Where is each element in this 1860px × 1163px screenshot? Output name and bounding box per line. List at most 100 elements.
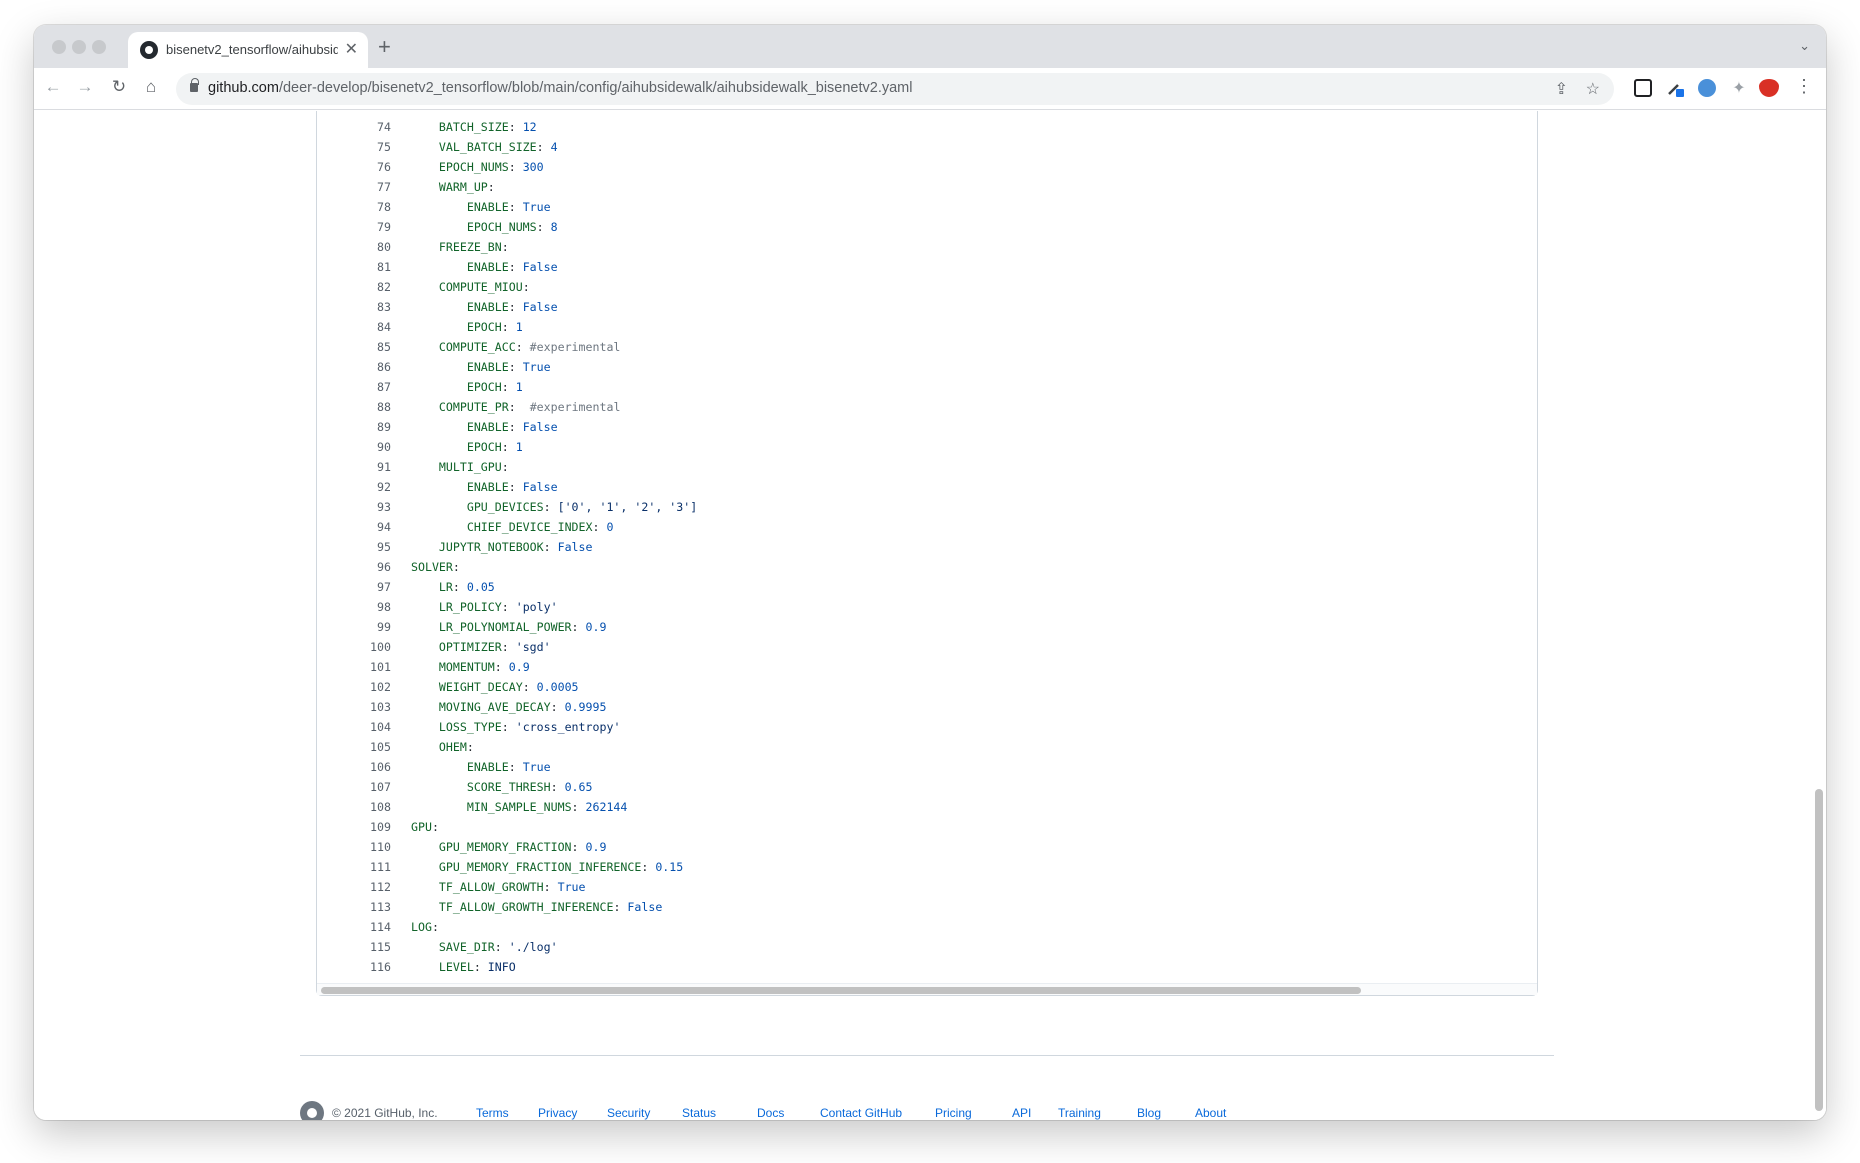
window-minimize-button[interactable] — [72, 40, 86, 54]
window-zoom-button[interactable] — [92, 40, 106, 54]
back-icon[interactable]: ← — [42, 77, 64, 97]
line-number[interactable]: 87 — [317, 377, 391, 397]
footer-link-pricing[interactable]: Pricing — [935, 1106, 972, 1120]
code-line: 85 COMPUTE_ACC: #experimental — [317, 337, 1537, 357]
line-number[interactable]: 89 — [317, 417, 391, 437]
line-number[interactable]: 84 — [317, 317, 391, 337]
yaml-value: True — [522, 360, 551, 374]
line-number[interactable]: 101 — [317, 657, 391, 677]
picker-icon[interactable] — [1666, 79, 1684, 97]
footer-link-contact-github[interactable]: Contact GitHub — [820, 1106, 902, 1120]
horizontal-scrollbar-thumb[interactable] — [321, 987, 1361, 994]
line-number[interactable]: 96 — [317, 557, 391, 577]
line-number[interactable]: 97 — [317, 577, 391, 597]
code-text: LOSS_TYPE: 'cross_entropy' — [411, 717, 621, 737]
url-text[interactable]: github.com/deer-develop/bisenetv2_tensor… — [208, 80, 912, 96]
line-number[interactable]: 98 — [317, 597, 391, 617]
browser-menu-icon[interactable]: ⋮ — [1794, 76, 1814, 96]
globe-icon[interactable] — [1698, 79, 1716, 97]
puzzle-icon[interactable]: ✦ — [1729, 78, 1749, 98]
line-number[interactable]: 91 — [317, 457, 391, 477]
line-number[interactable]: 92 — [317, 477, 391, 497]
line-number[interactable]: 74 — [317, 117, 391, 137]
yaml-value: ['0', '1', '2', '3'] — [557, 500, 698, 514]
line-number[interactable]: 80 — [317, 237, 391, 257]
line-number[interactable]: 82 — [317, 277, 391, 297]
line-number[interactable]: 115 — [317, 937, 391, 957]
line-number[interactable]: 93 — [317, 497, 391, 517]
footer-link-security[interactable]: Security — [607, 1106, 650, 1120]
line-number[interactable]: 77 — [317, 177, 391, 197]
footer-link-training[interactable]: Training — [1058, 1106, 1101, 1120]
code-line: 111 GPU_MEMORY_FRACTION_INFERENCE: 0.15 — [317, 857, 1537, 877]
yaml-separator: : — [501, 600, 516, 614]
footer-link-api[interactable]: API — [1012, 1106, 1031, 1120]
code-text: EPOCH: 1 — [411, 437, 523, 457]
yaml-key: ENABLE — [466, 420, 509, 434]
home-icon[interactable]: ⌂ — [140, 77, 162, 97]
footer-copyright: © 2021 GitHub, Inc. — [332, 1106, 438, 1120]
line-number[interactable]: 75 — [317, 137, 391, 157]
line-number[interactable]: 116 — [317, 957, 391, 977]
line-number[interactable]: 103 — [317, 697, 391, 717]
line-number[interactable]: 104 — [317, 717, 391, 737]
new-tab-button[interactable]: + — [378, 34, 391, 60]
line-number[interactable]: 94 — [317, 517, 391, 537]
code-text: GPU: — [411, 817, 439, 837]
yaml-value: 0.9 — [508, 660, 530, 674]
line-number[interactable]: 90 — [317, 437, 391, 457]
line-number[interactable]: 102 — [317, 677, 391, 697]
line-number[interactable]: 114 — [317, 917, 391, 937]
bookmark-star-icon[interactable]: ☆ — [1586, 79, 1600, 99]
code-line: 115 SAVE_DIR: './log' — [317, 937, 1537, 957]
line-number[interactable]: 86 — [317, 357, 391, 377]
tab-search-chevron-icon[interactable]: ⌄ — [1799, 38, 1810, 54]
line-number[interactable]: 107 — [317, 777, 391, 797]
line-number[interactable]: 88 — [317, 397, 391, 417]
line-number[interactable]: 83 — [317, 297, 391, 317]
share-icon[interactable]: ⇪ — [1555, 79, 1568, 99]
line-number[interactable]: 109 — [317, 817, 391, 837]
avatar-icon[interactable] — [1759, 79, 1779, 97]
line-number[interactable]: 99 — [317, 617, 391, 637]
horizontal-scrollbar[interactable] — [317, 983, 1537, 995]
line-number[interactable]: 111 — [317, 857, 391, 877]
code-line: 114 LOG: — [317, 917, 1537, 937]
footer-link-terms[interactable]: Terms — [476, 1106, 509, 1120]
forward-icon[interactable]: → — [74, 77, 96, 97]
tab-close-icon[interactable]: ✕ — [345, 39, 358, 59]
line-number[interactable]: 79 — [317, 217, 391, 237]
line-number[interactable]: 81 — [317, 257, 391, 277]
footer-link-blog[interactable]: Blog — [1137, 1106, 1161, 1120]
line-number[interactable]: 108 — [317, 797, 391, 817]
line-number[interactable]: 78 — [317, 197, 391, 217]
line-number[interactable]: 100 — [317, 637, 391, 657]
page-scrollbar-thumb[interactable] — [1815, 789, 1823, 1111]
line-number[interactable]: 105 — [317, 737, 391, 757]
line-number[interactable]: 85 — [317, 337, 391, 357]
footer-link-docs[interactable]: Docs — [757, 1106, 784, 1120]
address-bar[interactable]: github.com/deer-develop/bisenetv2_tensor… — [176, 73, 1614, 105]
page-vertical-scrollbar[interactable] — [1812, 111, 1826, 1120]
yaml-key: GPU — [411, 820, 432, 834]
footer-link-about[interactable]: About — [1195, 1106, 1226, 1120]
active-tab[interactable]: bisenetv2_tensorflow/aihubsidewalk_bisen… — [128, 32, 368, 68]
github-logo-icon[interactable] — [300, 1101, 324, 1120]
reload-icon[interactable]: ↻ — [108, 77, 130, 97]
line-number[interactable]: 113 — [317, 897, 391, 917]
footer-link-status[interactable]: Status — [682, 1106, 716, 1120]
notion-icon[interactable] — [1634, 79, 1652, 97]
window-close-button[interactable] — [52, 40, 66, 54]
yaml-key: LR_POLYNOMIAL_POWER — [438, 620, 572, 634]
line-number[interactable]: 76 — [317, 157, 391, 177]
line-number[interactable]: 95 — [317, 537, 391, 557]
yaml-separator: : — [501, 440, 516, 454]
lock-icon[interactable] — [190, 78, 199, 92]
line-number[interactable]: 110 — [317, 837, 391, 857]
line-number[interactable]: 112 — [317, 877, 391, 897]
footer-link-privacy[interactable]: Privacy — [538, 1106, 577, 1120]
line-number[interactable]: 106 — [317, 757, 391, 777]
